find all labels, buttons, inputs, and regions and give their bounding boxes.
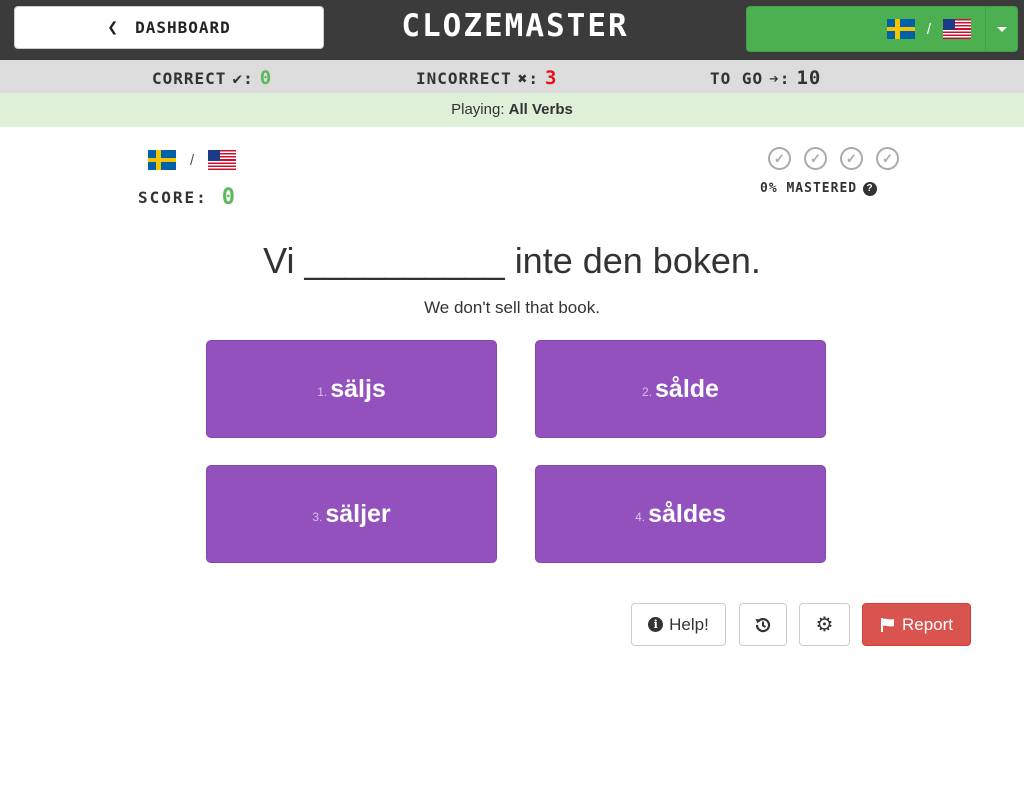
togo-label: TO GO	[710, 68, 764, 88]
answer-option-2[interactable]: 2. sålde	[535, 340, 826, 438]
option-index: 3.	[312, 510, 323, 524]
chevron-left-icon: ❮	[107, 17, 120, 38]
check-circle-icon: ✓	[840, 147, 863, 170]
incorrect-stat: INCORRECT ✖: 3	[416, 67, 557, 89]
check-circle-icon: ✓	[768, 147, 791, 170]
option-word: såldes	[648, 499, 726, 528]
mastery-label: 0% MASTERED	[760, 181, 858, 196]
help-button[interactable]: i Help!	[631, 603, 726, 646]
sentence-translation: We don't sell that book.	[424, 298, 600, 317]
incorrect-label: INCORRECT	[416, 68, 512, 88]
score-label: SCORE:	[138, 188, 208, 207]
swedish-flag-icon	[148, 150, 176, 170]
history-icon	[755, 617, 771, 632]
language-pair-dropdown[interactable]: /	[746, 6, 1018, 52]
playing-prefix: Playing:	[451, 101, 505, 118]
stats-bar: CORRECT ✔: 0 INCORRECT ✖: 3 TO GO ➔: 10	[0, 60, 1024, 93]
option-index: 1.	[317, 385, 328, 399]
option-index: 4.	[635, 510, 646, 524]
undo-button[interactable]	[739, 603, 787, 646]
app-title: CLOZEMASTER	[401, 8, 629, 44]
top-navbar: ❮ DASHBOARD CLOZEMASTER /	[0, 0, 1024, 60]
swedish-flag-icon	[886, 19, 915, 39]
option-word: säljs	[330, 374, 386, 403]
mastery-status: 0% MASTERED ?	[760, 181, 878, 196]
language-separator: /	[190, 151, 195, 169]
question-circle-icon[interactable]: ?	[863, 181, 878, 196]
option-word: säljer	[325, 499, 391, 528]
dropdown-toggle[interactable]	[985, 7, 1017, 51]
cloze-sentence: Vi __________ inte den boken.	[263, 240, 761, 281]
answer-option-4[interactable]: 4. såldes	[535, 465, 826, 563]
mastery-progress: ✓ ✓ ✓ ✓	[768, 147, 899, 170]
option-index: 2.	[642, 385, 653, 399]
correct-label: CORRECT	[152, 68, 227, 88]
help-label: Help!	[669, 614, 709, 634]
score: SCORE: 0	[138, 185, 237, 210]
playing-collection: All Verbs	[508, 101, 573, 118]
togo-count: 10	[796, 67, 822, 89]
language-pair-indicator: /	[148, 150, 237, 170]
arrow-right-icon: ➔:	[769, 68, 791, 88]
togo-stat: TO GO ➔: 10	[710, 67, 821, 89]
dashboard-button[interactable]: ❮ DASHBOARD	[14, 6, 324, 49]
language-separator: /	[926, 20, 931, 38]
correct-count: 0	[259, 67, 273, 89]
check-circle-icon: ✓	[804, 147, 827, 170]
check-icon: ✔:	[232, 68, 254, 88]
report-label: Report	[901, 614, 954, 634]
answer-option-3[interactable]: 3. säljer	[206, 465, 497, 563]
x-icon: ✖:	[517, 68, 539, 88]
correct-stat: CORRECT ✔: 0	[152, 67, 272, 89]
info-circle-icon: i	[648, 617, 664, 632]
option-word: sålde	[655, 374, 719, 403]
settings-button[interactable]: ⚙	[799, 603, 850, 646]
flag-icon	[880, 617, 894, 632]
incorrect-count: 3	[544, 67, 558, 89]
caret-down-icon	[996, 26, 1007, 32]
check-circle-icon: ✓	[876, 147, 899, 170]
us-flag-icon	[208, 150, 237, 170]
gear-icon: ⚙	[815, 614, 834, 636]
dashboard-label: DASHBOARD	[135, 18, 231, 37]
language-pair-display[interactable]: /	[747, 7, 985, 51]
report-button[interactable]: Report	[862, 603, 971, 646]
score-value: 0	[221, 185, 238, 210]
answer-option-1[interactable]: 1. säljs	[206, 340, 497, 438]
us-flag-icon	[943, 19, 971, 39]
playing-banner: Playing: All Verbs	[0, 93, 1024, 127]
